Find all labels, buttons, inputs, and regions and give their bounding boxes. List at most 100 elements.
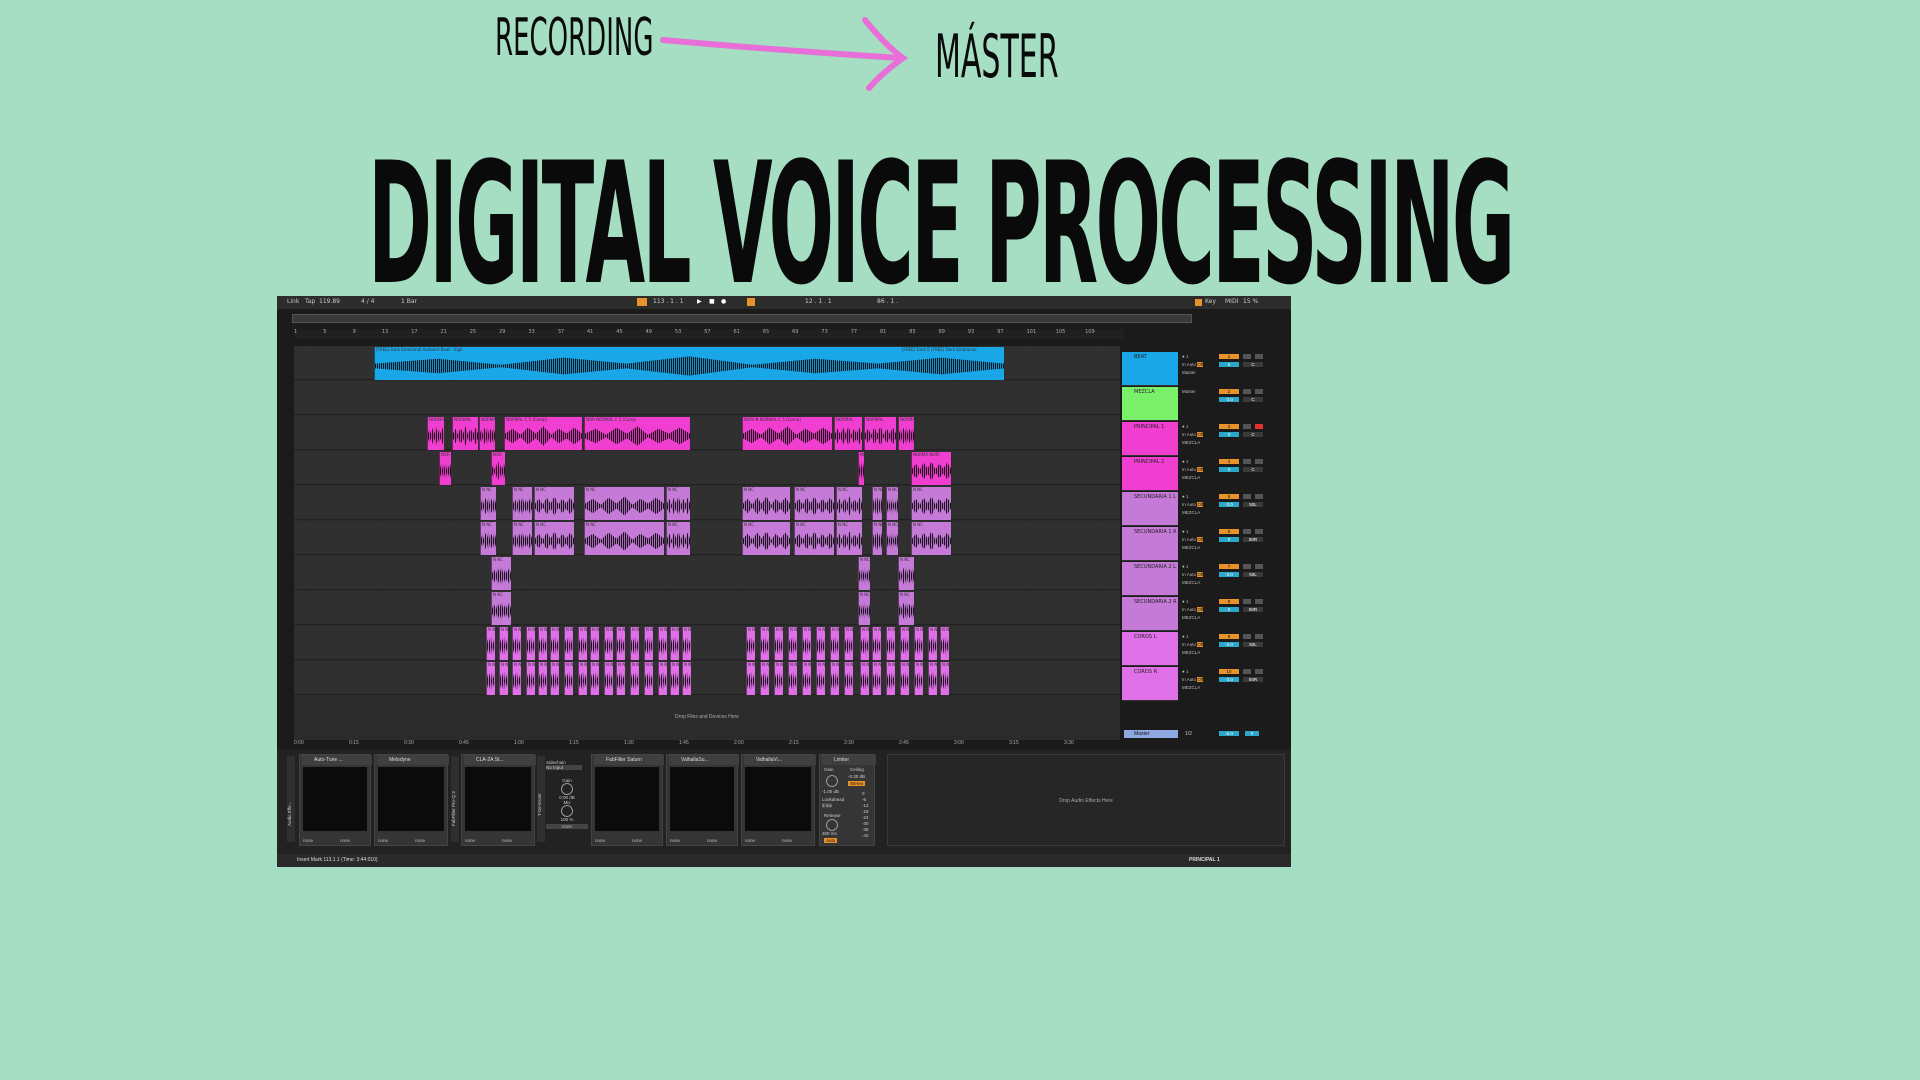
audio-clip[interactable]: N NC	[858, 557, 870, 590]
device-melodyne[interactable]: Melodyne none none	[374, 754, 449, 846]
output-route[interactable]: MEZCLA	[1182, 475, 1200, 480]
audio-clip[interactable]: N NC	[550, 627, 559, 660]
audio-clip[interactable]: N NC	[940, 627, 949, 660]
solo-button[interactable]	[1243, 529, 1251, 534]
audio-clip[interactable]: N NC	[860, 662, 869, 695]
audio-clip[interactable]: N NC	[512, 487, 532, 520]
track-header[interactable]: MEZCLA	[1122, 387, 1178, 421]
pan-field[interactable]: C	[1243, 467, 1263, 472]
track-header[interactable]: SECUNDARIA 2 R	[1122, 597, 1178, 631]
audio-clip[interactable]: N NC	[802, 662, 811, 695]
solo-button[interactable]	[1243, 459, 1251, 464]
gain-knob[interactable]	[561, 783, 573, 795]
volume-field[interactable]: 0	[1219, 607, 1239, 612]
lane-coros-l[interactable]: N NC N NC N NC N NC N NC N NC N NC N NC N NC N NC…	[294, 626, 1120, 660]
audio-clip[interactable]: N NC	[526, 627, 535, 660]
lookahead-menu[interactable]: 3 ms	[822, 803, 832, 808]
follow-button[interactable]	[637, 298, 647, 306]
lane-principal-1[interactable]: NORMALNORMALNORMALNORMAL C 5 (Comp)NOR N…	[294, 416, 1120, 450]
overview-bar[interactable]	[292, 314, 1192, 323]
track-io[interactable]: ● 1 In Auto Off MEZCLA	[1180, 422, 1216, 456]
master-route[interactable]: 1/2	[1185, 731, 1192, 737]
audio-clip[interactable]: N NC	[499, 627, 508, 660]
pan-field[interactable]: C	[1243, 397, 1263, 402]
audio-clip[interactable]: N NC	[526, 662, 535, 695]
audio-clip[interactable]: NORI N NORMAL C 5 (Comp)	[742, 417, 832, 450]
audio-clip[interactable]: N NC	[911, 522, 951, 555]
audio-effect-rack[interactable]: Audio Effe...	[287, 756, 295, 842]
volume-field[interactable]: -3.0	[1219, 572, 1239, 577]
master-pan[interactable]: 0	[1245, 731, 1259, 736]
audio-clip[interactable]: N NC	[564, 662, 573, 695]
track-activator[interactable]: 5	[1219, 494, 1239, 499]
audio-clip[interactable]: N NC	[604, 662, 613, 695]
fabfilter-pro-q3[interactable]: FabFilter Pro-Q 3	[451, 756, 459, 842]
audio-clip[interactable]: N NC	[590, 662, 599, 695]
audio-clip[interactable]: N NC	[584, 522, 664, 555]
beat-ruler[interactable]: 1 5 9 13 17 21 25 29 33 37 41 45 49 53 57 61 65 69 73 77 81 8…	[294, 329, 1124, 339]
audio-clip[interactable]: N NC	[486, 662, 495, 695]
track-io[interactable]: ● 1 In Auto Off MEZCLA	[1180, 527, 1216, 561]
audio-clip[interactable]: NORMA NORI	[911, 452, 951, 485]
device-valhalla-supermassive[interactable]: ValhallaSu... none none	[666, 754, 739, 846]
loop-start[interactable]: 12 . 1 . 1	[805, 298, 832, 305]
output-route[interactable]: Master	[1182, 370, 1196, 375]
overdub-button[interactable]	[747, 298, 755, 306]
audio-clip[interactable]: N NC	[538, 662, 547, 695]
input-monitor[interactable]: In Auto Off	[1182, 502, 1204, 507]
master-volume[interactable]: -6.0	[1219, 731, 1239, 736]
track-header[interactable]: SECUNDARIA 2 L	[1122, 562, 1178, 596]
input-monitor[interactable]: In Auto Off	[1182, 642, 1204, 647]
track-activator[interactable]: 8	[1219, 599, 1239, 604]
audio-clip[interactable]: N NC	[886, 487, 898, 520]
audio-clip[interactable]: N NC	[550, 662, 559, 695]
audio-clip[interactable]: NORMAL C 5 (Comp)	[504, 417, 582, 450]
audio-clip[interactable]: N NC	[898, 557, 914, 590]
mix-knob[interactable]	[561, 805, 573, 817]
pan-field[interactable]: 50L	[1243, 642, 1263, 647]
track-activator[interactable]: 9	[1219, 634, 1239, 639]
sidechain-input[interactable]: No Input	[546, 765, 582, 770]
device-valhalla-vintage[interactable]: ValhallaVi... none none	[741, 754, 816, 846]
audio-clip[interactable]: N NC	[836, 487, 862, 520]
audio-clip[interactable]: N NC	[584, 487, 664, 520]
record-icon[interactable]: ●	[721, 298, 726, 305]
stereo-button[interactable]: Stereo	[848, 781, 866, 786]
audio-clip[interactable]: NORMAL	[864, 417, 896, 450]
arm-button[interactable]	[1255, 529, 1263, 534]
audio-clip[interactable]: N NC	[746, 662, 755, 695]
volume-field[interactable]: -3.0	[1219, 642, 1239, 647]
audio-clip[interactable]: NORMAL	[452, 417, 478, 450]
track-header[interactable]: SECUNDARIA 1 R	[1122, 527, 1178, 561]
track-io[interactable]: ● 1 In Auto Off MEZCLA	[1180, 562, 1216, 596]
output-route[interactable]: MEZCLA	[1182, 615, 1200, 620]
audio-clip[interactable]: N NC	[658, 627, 667, 660]
key-button[interactable]: Key	[1205, 298, 1216, 305]
pan-field[interactable]: 50L	[1243, 572, 1263, 577]
mute-button[interactable]: Mute	[546, 824, 588, 829]
audio-clip[interactable]: N NC	[830, 662, 839, 695]
audio-clip[interactable]: N NC	[742, 522, 790, 555]
song-position[interactable]: 113 . 1 . 1	[653, 298, 684, 305]
volume-field[interactable]: 0	[1219, 362, 1239, 367]
audio-clip[interactable]: N NC	[760, 627, 769, 660]
track-io[interactable]: Master	[1180, 387, 1216, 421]
pan-field[interactable]: 50R	[1243, 537, 1263, 542]
audio-clip[interactable]: N NC	[872, 522, 882, 555]
audio-clip[interactable]: N NC	[670, 662, 679, 695]
track-header[interactable]: COROS R	[1122, 667, 1178, 701]
audio-clip[interactable]: N NC	[774, 627, 783, 660]
audio-clip[interactable]: N NC	[491, 592, 511, 625]
output-route[interactable]: MEZCLA	[1182, 510, 1200, 515]
midi-button[interactable]: MIDI	[1225, 298, 1238, 305]
volume-field[interactable]: -3.0	[1219, 502, 1239, 507]
audio-clip[interactable]: N NC	[682, 627, 691, 660]
solo-button[interactable]	[1243, 599, 1251, 604]
audio-clip[interactable]: N NC	[666, 487, 690, 520]
audio-clip[interactable]: N NC	[658, 662, 667, 695]
release-knob[interactable]	[826, 819, 838, 831]
play-icon[interactable]: ▶	[697, 298, 702, 305]
audio-clip[interactable]: N NC	[746, 627, 755, 660]
deesser-title[interactable]: T-De-Esser	[537, 756, 545, 842]
volume-field[interactable]: -3.0	[1219, 397, 1239, 402]
